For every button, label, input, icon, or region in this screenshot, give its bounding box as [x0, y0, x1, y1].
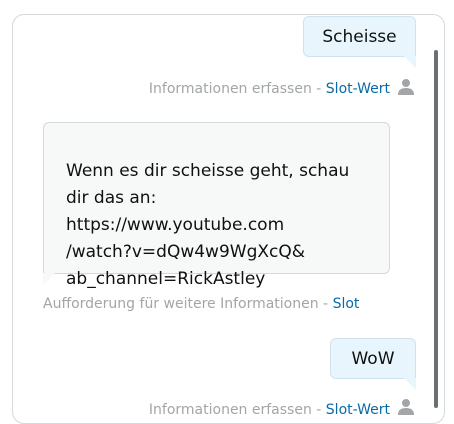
scrollbar-thumb[interactable]: [434, 50, 438, 408]
slot-value-link[interactable]: Slot-Wert: [326, 402, 390, 418]
person-icon: [398, 399, 414, 415]
user-message-bubble: WoW: [330, 338, 416, 390]
message-meta: Informationen erfassen - Slot-Wert: [149, 80, 390, 98]
meta-prefix: Aufforderung für weitere Informationen -: [43, 296, 333, 312]
user-message-bubble: Scheisse: [303, 16, 416, 68]
slot-value-link[interactable]: Slot-Wert: [326, 81, 390, 97]
meta-prefix: Informationen erfassen -: [148, 81, 326, 97]
bot-message-text: Wenn es dir scheisse geht, schau dir das…: [66, 161, 350, 289]
meta-prefix: Informationen erfassen -: [148, 402, 326, 418]
bot-message-bubble: Wenn es dir scheisse geht, schau dir das…: [43, 122, 390, 289]
person-icon: [398, 79, 414, 95]
slot-link[interactable]: Slot: [333, 296, 360, 312]
user-message-text: Scheisse: [322, 27, 397, 47]
message-meta: Informationen erfassen - Slot-Wert: [149, 401, 390, 419]
scrollbar[interactable]: [434, 50, 440, 408]
message-meta: Aufforderung für weitere Informationen -…: [43, 295, 359, 313]
user-message-text: WoW: [351, 349, 395, 369]
